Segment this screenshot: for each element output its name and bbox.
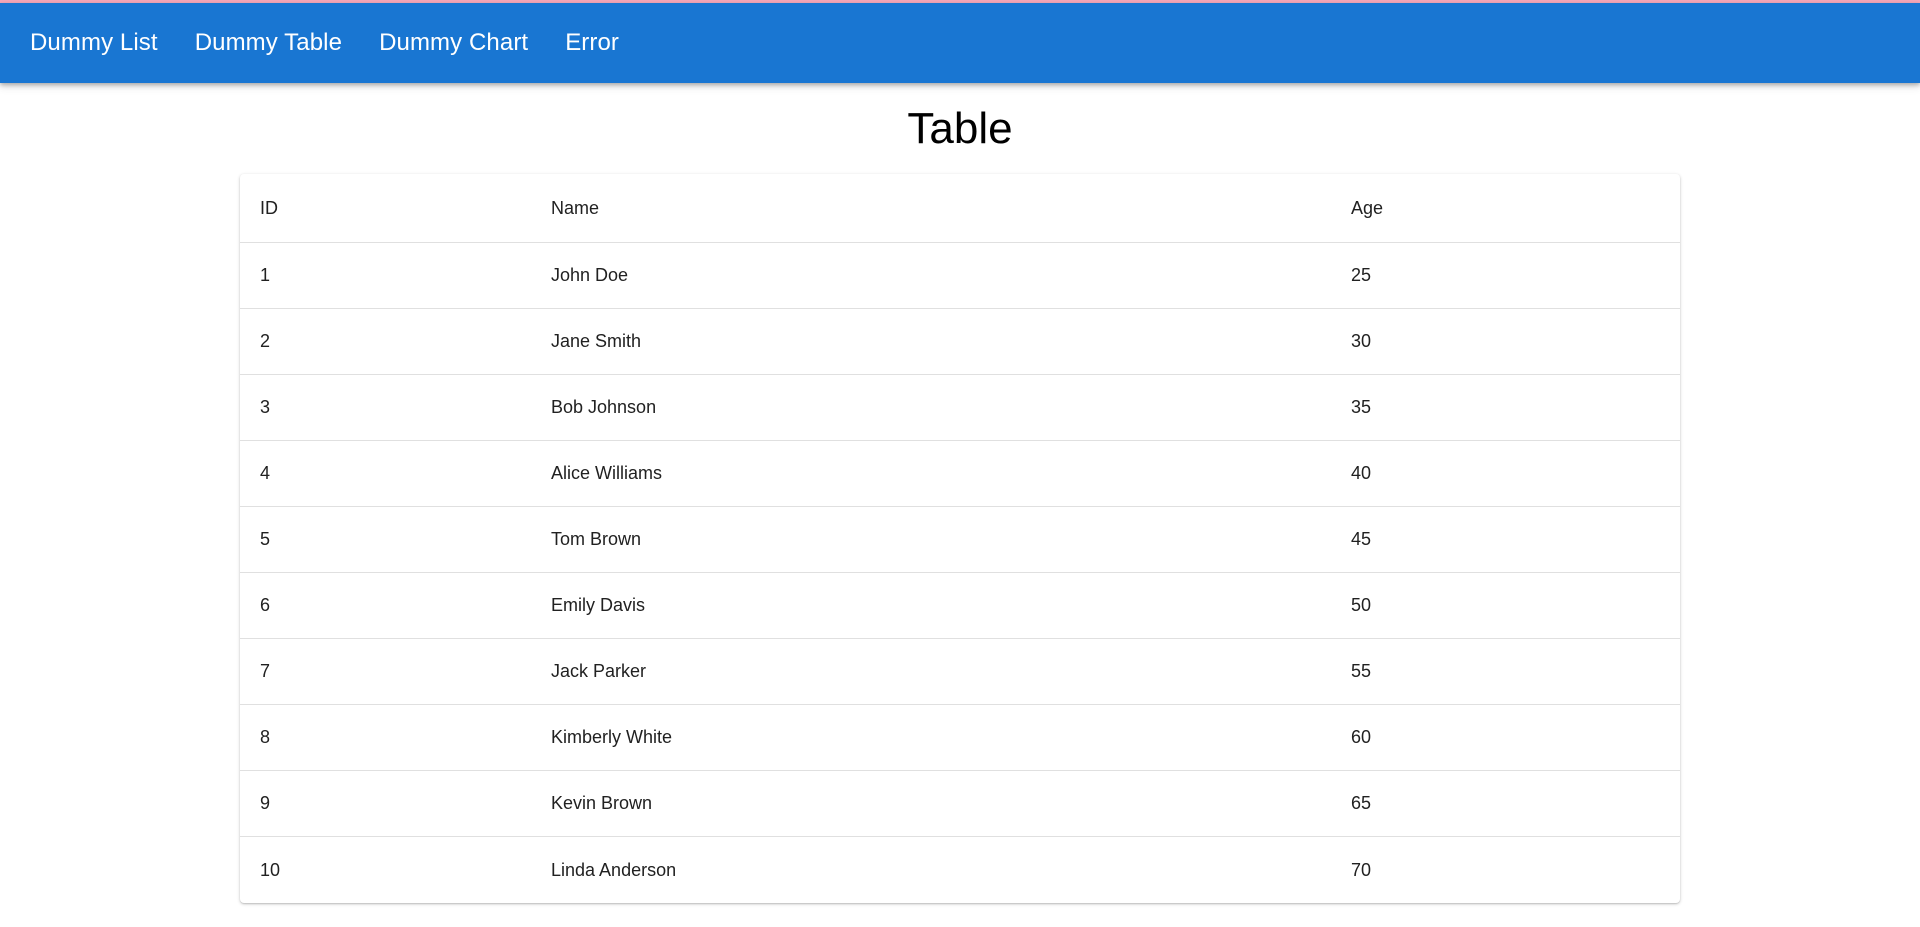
table-header: ID Name Age bbox=[240, 174, 1680, 243]
cell-age: 30 bbox=[1331, 308, 1680, 375]
cell-age: 50 bbox=[1331, 572, 1680, 639]
table-row: 5 Tom Brown 45 bbox=[240, 506, 1680, 573]
table-row: 1 John Doe 25 bbox=[240, 242, 1680, 309]
column-header-id: ID bbox=[240, 174, 531, 243]
top-navbar: Dummy List Dummy Table Dummy Chart Error bbox=[0, 3, 1920, 83]
data-table: ID Name Age 1 John Doe 25 2 Jane Smith 3… bbox=[240, 174, 1680, 903]
table-card: ID Name Age 1 John Doe 25 2 Jane Smith 3… bbox=[240, 174, 1680, 903]
cell-id: 10 bbox=[260, 859, 281, 880]
cell-name: John Doe bbox=[531, 242, 1331, 309]
cell-id: 5 bbox=[240, 506, 531, 573]
column-header-age: Age bbox=[1331, 174, 1680, 243]
column-header-name: Name bbox=[531, 174, 1331, 243]
table-body: 1 John Doe 25 2 Jane Smith 30 3 Bob John… bbox=[240, 242, 1680, 904]
cell-name: Bob Johnson bbox=[531, 374, 1331, 441]
cell-age: 70 bbox=[1351, 859, 1372, 880]
cell-id: 1 bbox=[240, 242, 531, 309]
cell-id: 6 bbox=[240, 572, 531, 639]
cell-name: Kimberly White bbox=[531, 704, 1331, 771]
cell-name: Alice Williams bbox=[531, 440, 1331, 507]
page-title: Table bbox=[907, 104, 1013, 153]
table-row: 9 Kevin Brown 65 bbox=[240, 770, 1680, 837]
cell-name: Jack Parker bbox=[531, 638, 1331, 705]
cell-name: Emily Davis bbox=[531, 572, 1331, 639]
cell-id: 7 bbox=[240, 638, 531, 705]
cell-name: Tom Brown bbox=[531, 506, 1331, 573]
cell-name: Kevin Brown bbox=[531, 770, 1331, 837]
nav-link-dummy-chart[interactable]: Dummy Chart bbox=[379, 29, 528, 57]
cell-id: 4 bbox=[240, 440, 531, 507]
nav-link-dummy-list[interactable]: Dummy List bbox=[30, 29, 158, 57]
table-row: 4 Alice Williams 40 bbox=[240, 440, 1680, 507]
cell-id: 9 bbox=[240, 770, 531, 837]
table-row: 6 Emily Davis 50 bbox=[240, 572, 1680, 639]
cell-age: 60 bbox=[1331, 704, 1680, 771]
nav-link-error[interactable]: Error bbox=[565, 29, 619, 57]
cell-id: 2 bbox=[240, 308, 531, 375]
table-header-row: ID Name Age bbox=[240, 174, 1680, 243]
nav-link-dummy-table[interactable]: Dummy Table bbox=[195, 29, 342, 57]
cell-age: 25 bbox=[1331, 242, 1680, 309]
cell-age: 65 bbox=[1331, 770, 1680, 837]
cell-age: 35 bbox=[1331, 374, 1680, 441]
cell-name: Jane Smith bbox=[531, 308, 1331, 375]
cell-id: 8 bbox=[240, 704, 531, 771]
cell-name: Linda Anderson bbox=[551, 859, 677, 880]
cell-age: 55 bbox=[1331, 638, 1680, 705]
table-row: 8 Kimberly White 60 bbox=[240, 704, 1680, 771]
cell-age: 40 bbox=[1331, 440, 1680, 507]
table-row: 3 Bob Johnson 35 bbox=[240, 374, 1680, 441]
cell-id: 3 bbox=[240, 374, 531, 441]
table-row: 7 Jack Parker 55 bbox=[240, 638, 1680, 705]
cell-age: 45 bbox=[1331, 506, 1680, 573]
table-row: 10 Linda Anderson 70 bbox=[240, 837, 1680, 904]
table-row: 2 Jane Smith 30 bbox=[240, 308, 1680, 375]
